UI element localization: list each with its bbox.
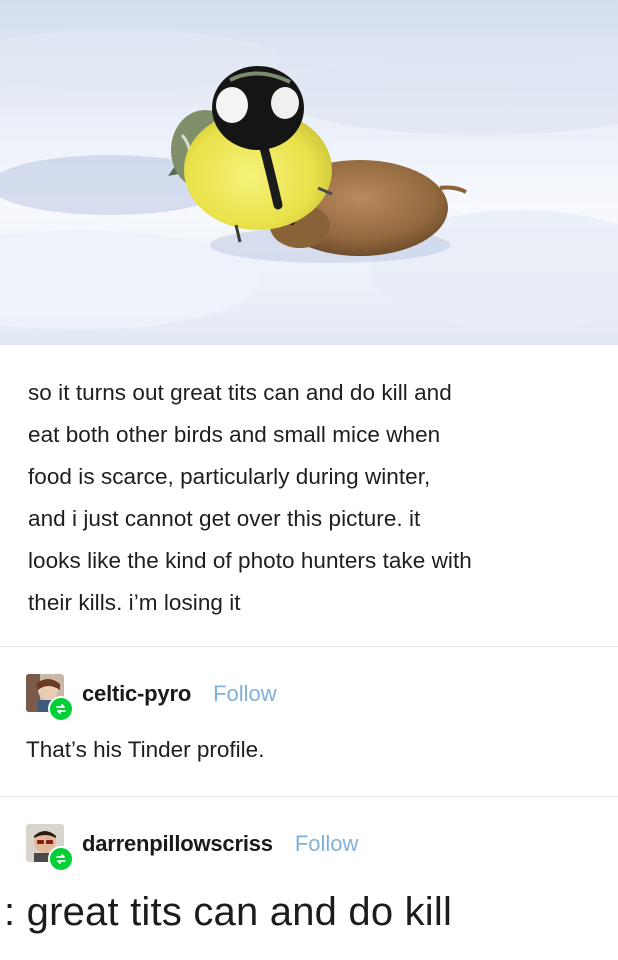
reblog-header: darrenpillowscriss Follow xyxy=(26,820,359,872)
reblog-icon xyxy=(48,846,74,872)
post-text-line: so it turns out great tits can and do ki… xyxy=(28,380,452,405)
post-text-line: their kills. i’m losing it xyxy=(28,590,241,615)
follow-button[interactable]: Follow xyxy=(213,681,277,707)
tumblr-post: so it turns out great tits can and do ki… xyxy=(0,0,618,960)
avatar[interactable] xyxy=(26,674,74,722)
post-text-line: eat both other birds and small mice when xyxy=(28,422,441,447)
divider xyxy=(0,646,618,647)
reblog-comment-large: : great tits can and do kill xyxy=(4,890,453,934)
username-link[interactable]: celtic-pyro xyxy=(82,681,191,707)
username-link[interactable]: darrenpillowscriss xyxy=(82,831,273,857)
reblog-icon xyxy=(48,696,74,722)
avatar[interactable] xyxy=(26,824,74,872)
post-text-line: looks like the kind of photo hunters tak… xyxy=(28,548,472,573)
follow-button[interactable]: Follow xyxy=(295,831,359,857)
reblog-comment: That’s his Tinder profile. xyxy=(26,737,265,762)
reblog-header: celtic-pyro Follow xyxy=(26,670,277,722)
post-body: so it turns out great tits can and do ki… xyxy=(28,372,598,624)
post-photo xyxy=(0,0,618,345)
post-text-line: and i just cannot get over this picture.… xyxy=(28,506,421,531)
divider xyxy=(0,796,618,797)
post-text-line: food is scarce, particularly during wint… xyxy=(28,464,431,489)
